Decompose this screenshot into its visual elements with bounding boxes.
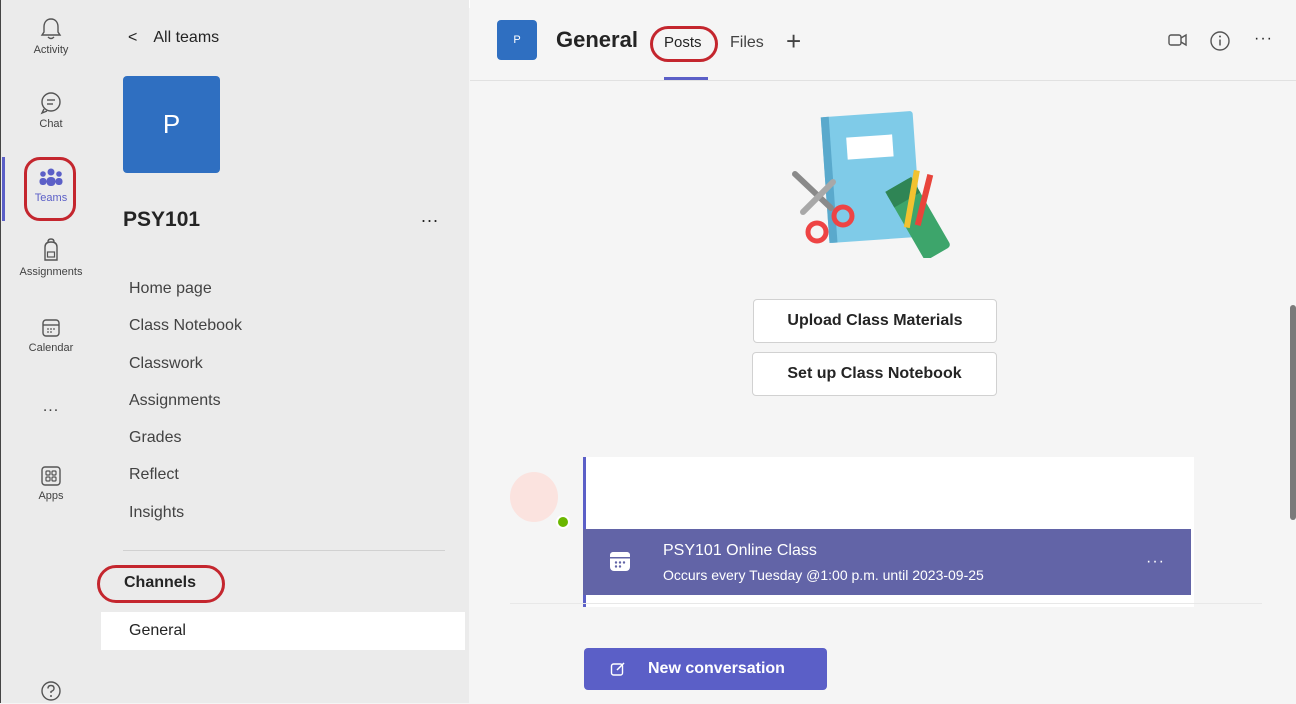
calendar-icon xyxy=(42,319,60,337)
video-icon xyxy=(1168,33,1187,47)
class-materials-illustration xyxy=(792,111,950,258)
channel-title: General xyxy=(556,27,638,52)
nav-reflect[interactable]: Reflect xyxy=(129,456,242,493)
team-nav: Home page Class Notebook Classwork Assig… xyxy=(129,270,242,531)
header-more-button[interactable]: ··· xyxy=(1254,30,1273,48)
scrollbar[interactable] xyxy=(1290,305,1296,520)
rail-assignments-label: Assignments xyxy=(19,266,83,278)
set-up-class-notebook-button[interactable]: Set up Class Notebook xyxy=(752,352,997,396)
rail-activity-label: Activity xyxy=(33,44,69,56)
all-teams-label: All teams xyxy=(153,29,220,46)
meeting-event-banner[interactable]: PSY101 Online Class Occurs every Tuesday… xyxy=(583,529,1191,595)
team-pane: < All teams P PSY101 ... Home page Class … xyxy=(97,0,469,703)
apps-icon xyxy=(41,466,61,486)
rail-chat[interactable]: Chat xyxy=(1,90,101,130)
channels-highlight-circle xyxy=(97,565,225,603)
nav-classwork[interactable]: Classwork xyxy=(129,345,242,382)
backpack-icon xyxy=(44,238,58,261)
nav-assignments[interactable]: Assignments xyxy=(129,382,242,419)
nav-home-page[interactable]: Home page xyxy=(129,270,242,307)
teams-highlight-circle xyxy=(24,157,76,221)
rail-calendar-label: Calendar xyxy=(28,342,74,354)
bell-icon xyxy=(40,18,62,40)
event-recurrence: Occurs every Tuesday @1:00 p.m. until 20… xyxy=(663,567,984,583)
event-title: PSY101 Online Class xyxy=(663,542,817,559)
rail-activity[interactable]: Activity xyxy=(1,16,101,56)
rail-calendar[interactable]: Calendar xyxy=(1,316,101,354)
more-icon: ... xyxy=(42,398,60,415)
avatar xyxy=(510,472,558,522)
event-more-button[interactable]: ··· xyxy=(1146,553,1165,571)
rail-assignments[interactable]: Assignments xyxy=(1,238,101,278)
team-name: PSY101 xyxy=(123,208,201,231)
nav-grades[interactable]: Grades xyxy=(129,419,242,456)
team-avatar: P xyxy=(123,76,220,173)
new-conversation-button[interactable]: New conversation xyxy=(584,648,827,690)
presence-indicator xyxy=(556,515,570,529)
rail-apps-label: Apps xyxy=(38,490,64,502)
rail-apps[interactable]: Apps xyxy=(1,464,101,502)
post-separator xyxy=(510,603,1262,604)
chat-icon xyxy=(40,92,61,115)
app-rail: Activity Chat Teams Assignments Calendar… xyxy=(0,0,101,703)
upload-class-materials-button[interactable]: Upload Class Materials xyxy=(753,299,997,343)
posts-highlight-circle xyxy=(650,26,718,62)
info-icon xyxy=(1210,31,1230,51)
channel-avatar: P xyxy=(497,20,537,60)
tab-posts-indicator xyxy=(664,77,708,80)
chevron-left-icon: < xyxy=(128,29,138,46)
help-icon xyxy=(41,681,61,701)
video-call-button[interactable] xyxy=(1167,30,1189,55)
add-tab-button[interactable]: + xyxy=(786,26,801,57)
calendar-icon xyxy=(610,552,630,571)
nav-insights[interactable]: Insights xyxy=(129,494,242,531)
channel-header: P General Posts Files + ··· xyxy=(470,0,1296,81)
nav-class-notebook[interactable]: Class Notebook xyxy=(129,307,242,344)
all-teams-link[interactable]: < All teams xyxy=(128,29,219,47)
channel-general[interactable]: General xyxy=(101,612,465,650)
nav-divider xyxy=(123,550,445,551)
rail-more[interactable]: ... xyxy=(1,398,101,416)
rail-help[interactable] xyxy=(1,680,101,704)
compose-icon xyxy=(610,662,625,676)
channel-info-button[interactable] xyxy=(1209,30,1231,57)
new-conversation-label: New conversation xyxy=(648,660,785,677)
tab-files[interactable]: Files xyxy=(730,34,764,52)
team-more-button[interactable]: ... xyxy=(421,206,439,227)
rail-chat-label: Chat xyxy=(39,118,63,130)
